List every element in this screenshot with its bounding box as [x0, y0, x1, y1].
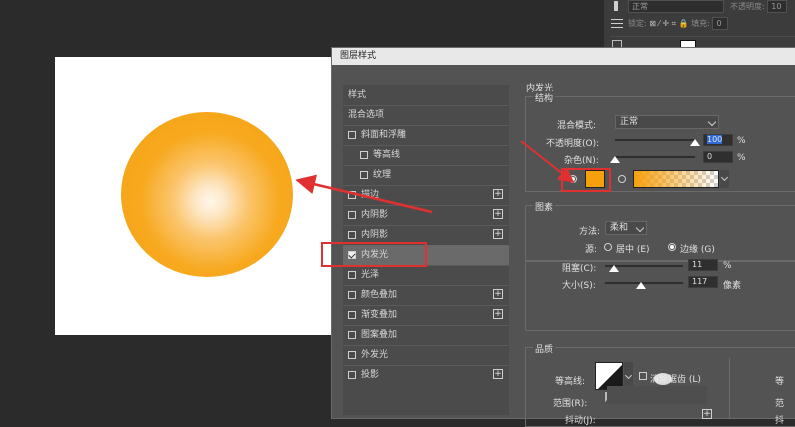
annotation-arrows — [295, 140, 575, 214]
arrow-to-circle — [295, 174, 433, 214]
jitter-label: 抖动(J): — [565, 416, 596, 426]
side-label: 抖 — [775, 416, 785, 426]
arrow-to-swatch — [520, 140, 575, 183]
add-contour-button[interactable]: + — [702, 409, 712, 419]
